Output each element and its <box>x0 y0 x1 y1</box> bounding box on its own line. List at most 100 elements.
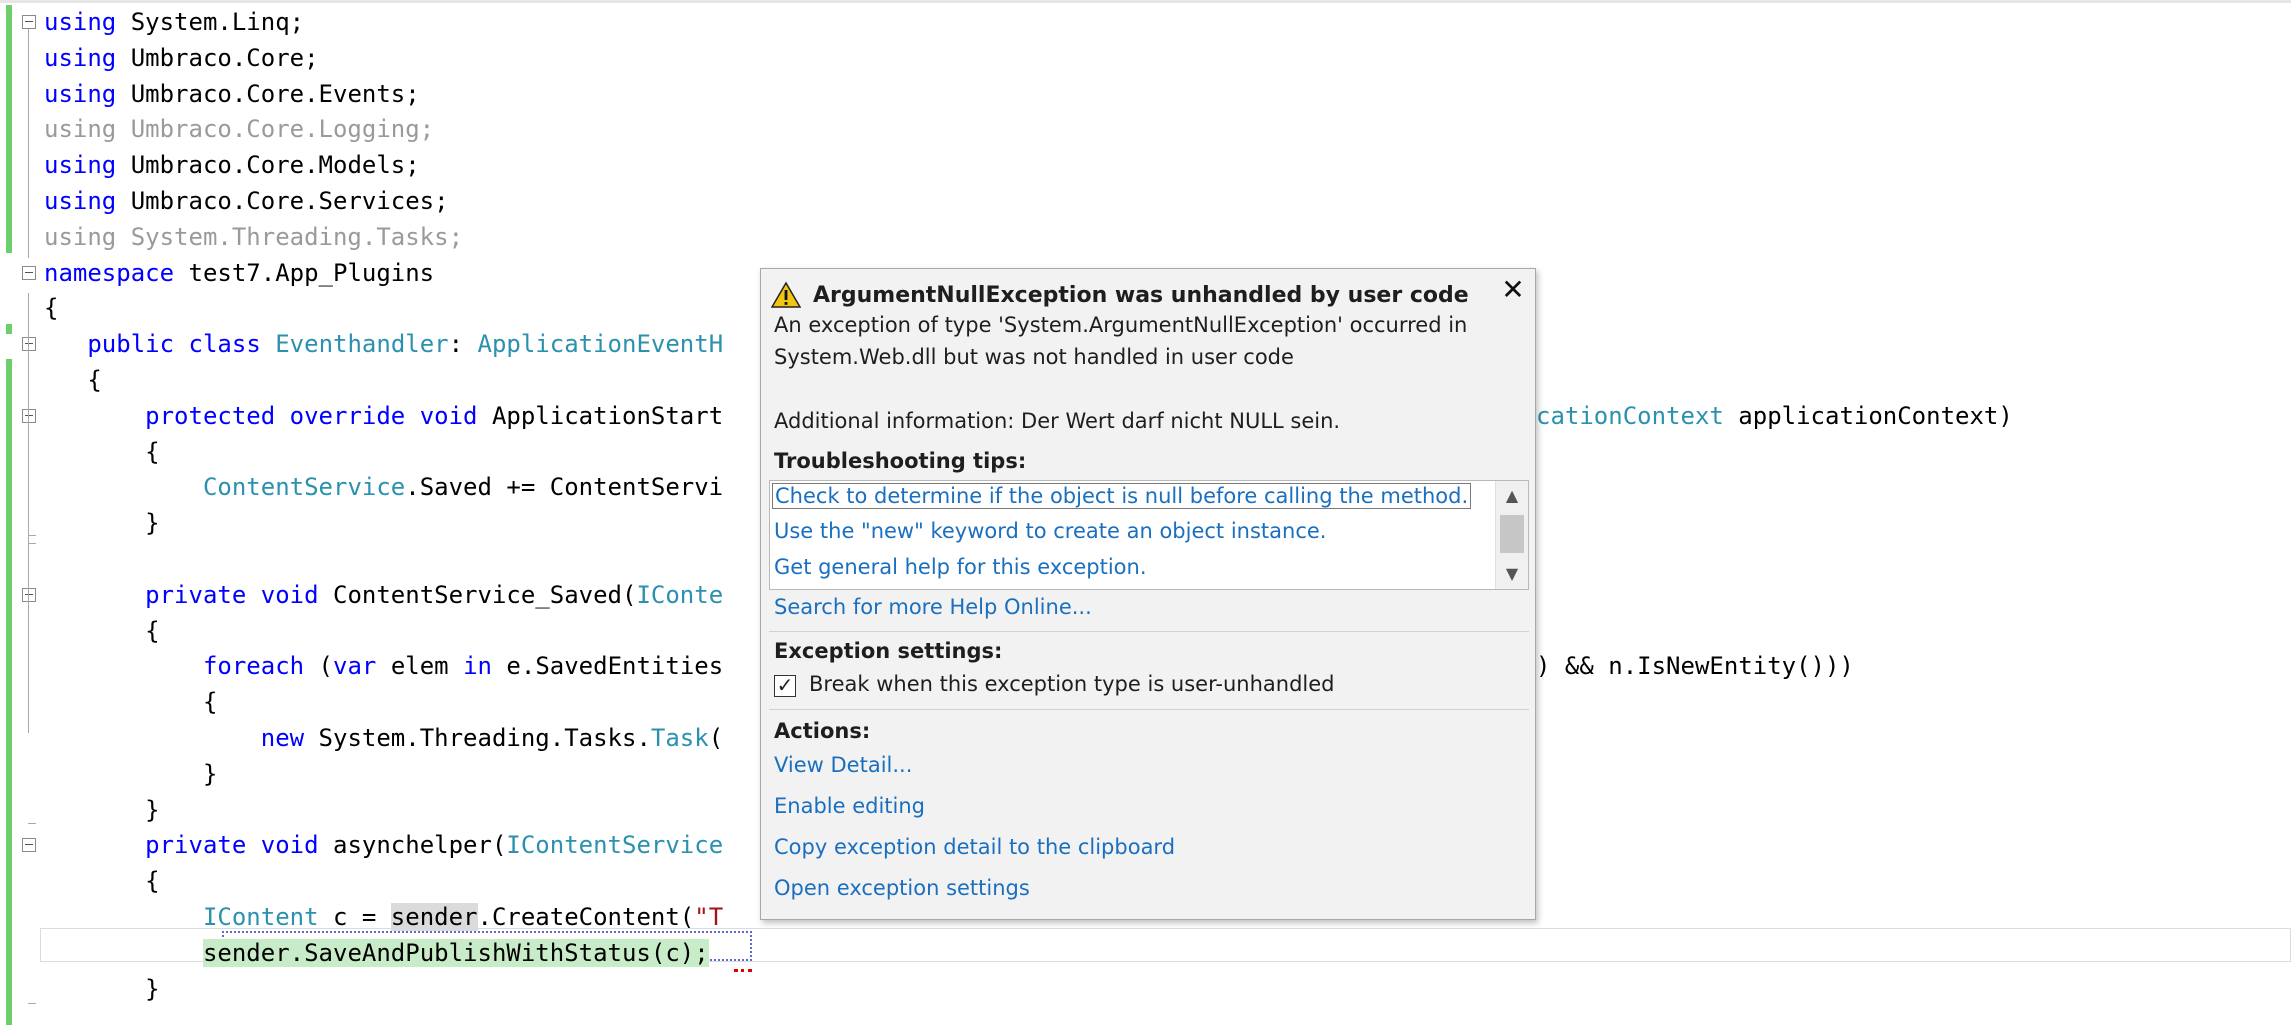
code-token: sender <box>390 903 478 931</box>
code-keyword: protected <box>145 401 276 430</box>
copy-exception-detail-link[interactable]: Copy exception detail to the clipboard <box>774 835 1175 859</box>
code-token: { <box>44 688 218 717</box>
code-token: { <box>44 366 102 394</box>
code-keyword: using <box>44 79 117 108</box>
tip-link-check-null[interactable]: Check to determine if the object is null… <box>772 483 1472 509</box>
code-keyword: using <box>44 151 117 180</box>
code-line: } <box>44 792 159 828</box>
code-token: sender.SaveAndPublishWithStatus(c); <box>202 938 709 967</box>
collapse-toggle-icon[interactable] <box>22 265 36 280</box>
code-token: System.Linq; <box>116 8 305 36</box>
code-line: { <box>44 863 160 899</box>
code-token: { <box>44 294 59 323</box>
code-line: public class Eventhandler: ApplicationEv… <box>44 326 723 362</box>
code-line: ContentService.Saved += ContentServi <box>44 469 723 505</box>
code-token: { <box>44 437 160 466</box>
code-line: IContent c = sender.CreateContent("T <box>44 899 723 935</box>
code-keyword: void <box>419 401 478 430</box>
code-line: using Umbraco.Core.Services; <box>44 183 449 219</box>
code-line: sender.SaveAndPublishWithStatus(c); <box>44 935 709 971</box>
chevron-down-icon[interactable]: ▼ <box>1496 559 1528 589</box>
code-token: { <box>44 867 160 896</box>
warning-triangle-icon <box>771 281 801 308</box>
outline-guide <box>28 293 29 733</box>
code-token: { <box>44 616 160 645</box>
code-token: Umbraco.Core; <box>116 43 319 72</box>
code-keyword: using <box>44 43 117 72</box>
break-on-exception-checkbox[interactable]: ✓ <box>774 675 796 697</box>
additional-information: Additional information: Der Wert darf ni… <box>774 409 1341 433</box>
code-token: applicationContext) <box>1723 401 2013 430</box>
code-token: ( <box>304 652 334 681</box>
change-indicator-bar <box>6 5 12 253</box>
collapse-toggle-icon[interactable] <box>22 838 36 853</box>
code-line: using Umbraco.Core.Models; <box>44 147 420 183</box>
tip-link-general-help[interactable]: Get general help for this exception. <box>774 555 1147 579</box>
tips-scrollbar[interactable]: ▲ ▼ <box>1495 481 1528 589</box>
close-button[interactable]: ✕ <box>1499 276 1527 305</box>
outline-guide-end <box>28 823 36 824</box>
code-line: { <box>44 684 217 720</box>
code-line: using System.Threading.Tasks; <box>44 219 463 255</box>
collapse-toggle-icon[interactable] <box>22 337 36 352</box>
tip-link-new-keyword[interactable]: Use the "new" keyword to create an objec… <box>774 519 1326 543</box>
code-keyword: class <box>188 330 261 359</box>
exception-title: ArgumentNullException was unhandled by u… <box>813 282 1469 308</box>
code-token: ContentService_Saved( <box>318 580 637 609</box>
popup-header: ArgumentNullException was unhandled by u… <box>771 277 1469 313</box>
collapse-toggle-icon[interactable] <box>22 587 36 602</box>
code-token: } <box>44 509 160 538</box>
code-line: using Umbraco.Core.Events; <box>44 76 420 112</box>
code-keyword: public <box>87 330 175 359</box>
code-token: asynchelper( <box>318 831 507 860</box>
code-type: Eventhandler <box>275 330 449 359</box>
code-token: Umbraco.Core.Events; <box>116 79 420 108</box>
code-line: new System.Threading.Tasks.Task( <box>44 720 723 756</box>
scroll-thumb[interactable] <box>1500 515 1524 553</box>
chevron-up-icon[interactable]: ▲ <box>1496 481 1528 511</box>
code-keyword: namespace <box>44 258 175 287</box>
code-type: ContentService <box>202 473 406 502</box>
code-token: "T <box>694 903 724 931</box>
code-token: .Saved += ContentServi <box>405 473 724 502</box>
code-line: using System.Linq; <box>44 4 304 40</box>
exception-settings-heading: Exception settings: <box>774 639 1003 663</box>
code-token: elem <box>376 652 464 681</box>
enable-editing-link[interactable]: Enable editing <box>774 794 925 818</box>
exception-helper-popup: ArgumentNullException was unhandled by u… <box>760 268 1536 920</box>
code-token: using System.Threading.Tasks; <box>44 222 464 251</box>
open-exception-settings-link[interactable]: Open exception settings <box>774 876 1030 900</box>
code-token: ( <box>708 724 724 752</box>
code-line: namespace test7.App_Plugins <box>44 255 434 291</box>
code-token: Umbraco.Core.Models; <box>116 151 420 180</box>
view-detail-link[interactable]: View Detail... <box>774 753 912 777</box>
code-line: using Umbraco.Core; <box>44 40 319 76</box>
code-line: } <box>44 971 159 1007</box>
change-indicator-bar <box>6 359 12 1025</box>
code-keyword: private <box>145 580 247 609</box>
collapse-toggle-icon[interactable] <box>22 15 36 29</box>
section-divider <box>769 631 1529 632</box>
code-keyword: private <box>145 831 247 860</box>
collapse-toggle-icon[interactable] <box>22 408 36 423</box>
code-token: e.SavedEntities <box>491 652 724 681</box>
code-line: foreach (var elem in e.SavedEntities <box>44 648 723 684</box>
code-keyword: foreach <box>202 652 305 681</box>
code-keyword: using <box>44 187 117 215</box>
outline-guide <box>28 29 29 258</box>
code-line: private void ContentService_Saved(IConte <box>44 577 723 613</box>
code-keyword: using <box>44 8 117 36</box>
code-token: c = <box>318 903 391 931</box>
search-help-online-link[interactable]: Search for more Help Online... <box>774 595 1092 619</box>
code-line: } <box>44 505 160 541</box>
code-line-fragment: ) && n.IsNewEntity())) <box>1536 648 1854 684</box>
code-token: test7.App_Plugins <box>174 258 435 287</box>
